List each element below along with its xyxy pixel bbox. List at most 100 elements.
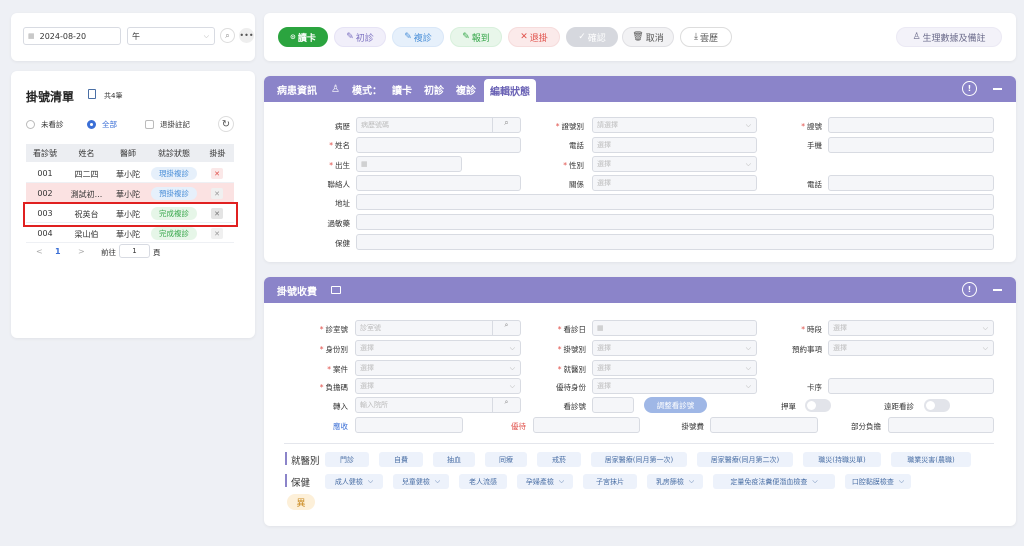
tab-first-visit[interactable]: 初診	[424, 82, 444, 97]
healthtag-item[interactable]: 子宮抹片	[583, 474, 637, 489]
withdraw-row-icon[interactable]: ✕	[211, 228, 223, 239]
read-card-button[interactable]: ⊙ 讀卡	[278, 27, 328, 47]
more-icon[interactable]: •••	[239, 28, 254, 43]
booking-select[interactable]: 選擇 ⌵	[828, 340, 994, 356]
tab-repeat-visit[interactable]: 複診	[456, 82, 476, 97]
address-input[interactable]	[356, 194, 994, 210]
case-select[interactable]: 選擇 ⌵	[355, 360, 521, 376]
pager-next[interactable]: >	[78, 247, 85, 256]
remote-toggle[interactable]	[924, 399, 950, 412]
partial-input[interactable]	[888, 417, 994, 433]
tab-edit-status[interactable]: 編輯狀態	[483, 79, 536, 102]
transfer-input[interactable]: 輸入院所 ⌕	[355, 397, 521, 413]
healthtag-item[interactable]: 老人流感	[459, 474, 507, 489]
collect-input[interactable]	[355, 417, 463, 433]
medtag-item[interactable]: 自費	[379, 452, 423, 467]
idtype-select[interactable]: 請選擇 ⌵	[592, 117, 757, 133]
pager-page-input[interactable]: 1	[119, 244, 150, 258]
repeat-visit-button[interactable]: ✎ 複診	[392, 27, 444, 47]
pager-current[interactable]: 1	[55, 247, 61, 256]
slot-select[interactable]: 選擇 ⌵	[828, 320, 994, 336]
chevron-down-icon: ⌵	[203, 32, 209, 40]
healthtag-item[interactable]: 口腔黏膜檢查 ⌵	[845, 474, 911, 489]
visitno-input[interactable]	[592, 397, 634, 413]
cancel-button[interactable]: 🗑 取消	[622, 27, 674, 47]
pager-prev[interactable]: <	[36, 247, 43, 256]
chevron-down-icon: ⌵	[509, 344, 515, 352]
edit-icon: ✎	[404, 32, 412, 42]
search-icon[interactable]: ⌕	[492, 321, 520, 335]
medtag-item[interactable]: 職災(持職災單)	[803, 452, 881, 467]
chevron-down-icon: ⌵	[509, 382, 515, 390]
report-button[interactable]: ✎ 報到	[450, 27, 502, 47]
search-icon[interactable]: ⌕	[220, 28, 235, 43]
regfee-input[interactable]	[710, 417, 818, 433]
tab-read-card[interactable]: 讀卡	[392, 82, 412, 97]
refresh-icon[interactable]: ↻	[218, 116, 234, 132]
deposit-toggle[interactable]	[805, 399, 831, 412]
healthtag-item[interactable]: 定量免疫法糞便潛血檢查 ⌵	[713, 474, 835, 489]
medtype-select[interactable]: 選擇 ⌵	[592, 360, 757, 376]
toolbar: ⊙ 讀卡 ✎ 初診 ✎ 複診 ✎ 報到 ✕ 退掛 ✓ 確認 🗑 取消 ⤓ 雲歷 ♙ 生理數據及備註	[264, 13, 1016, 61]
adjust-visitno-button[interactable]: 調整看診號	[644, 397, 707, 413]
collapse-icon[interactable]	[993, 88, 1002, 90]
birth-date-picker[interactable]: ▦	[356, 156, 462, 172]
medtag-item[interactable]: 抽血	[433, 452, 475, 467]
vitals-button[interactable]: ♙ 生理數據及備註	[896, 27, 1002, 47]
visit-date-picker[interactable]: ▦	[592, 320, 757, 336]
idno-input[interactable]	[828, 117, 994, 133]
medtag-item[interactable]: 同療	[485, 452, 527, 467]
chevron-down-icon: ⌵	[745, 364, 751, 372]
name-input[interactable]	[356, 137, 521, 153]
cloud-history-button[interactable]: ⤓ 雲歷	[680, 27, 732, 47]
withdraw-row-icon[interactable]: ✕	[211, 168, 223, 179]
room-input[interactable]: 診室號 ⌕	[355, 320, 521, 336]
card-icon: ⊙	[290, 33, 296, 41]
identity-select[interactable]: 選擇 ⌵	[355, 340, 521, 356]
status-badge: 現掛複診	[151, 167, 197, 180]
period-select[interactable]: 午 ⌵	[127, 27, 215, 45]
filter-unseen[interactable]: 未看診	[26, 119, 64, 130]
medtag-item[interactable]: 戒菸	[537, 452, 581, 467]
first-visit-button[interactable]: ✎ 初診	[334, 27, 386, 47]
cardseq-input[interactable]	[828, 378, 994, 394]
offer-input[interactable]	[533, 417, 640, 433]
selected-row-highlight	[23, 202, 238, 227]
mode-label: 模式：	[351, 85, 382, 97]
info-icon[interactable]: !	[962, 282, 977, 297]
medtag-item[interactable]: 職業災害(農職)	[891, 452, 971, 467]
insurance-input[interactable]	[356, 234, 994, 250]
healthtag-item[interactable]: 孕婦產檢 ⌵	[517, 474, 573, 489]
healthtags-label: 保健	[291, 478, 311, 489]
date-picker[interactable]: ▦ 2024-08-20	[23, 27, 121, 45]
medtag-item[interactable]: 居家醫療(同月第一次)	[591, 452, 687, 467]
allergy-input[interactable]	[356, 214, 994, 230]
healthtag-item[interactable]: 成人健檢 ⌵	[325, 474, 383, 489]
mobile-input[interactable]	[828, 137, 994, 153]
filter-withdrawn[interactable]: 退掛註記	[145, 119, 190, 130]
search-icon[interactable]: ⌕	[492, 398, 520, 412]
healthtag-item[interactable]: 兒童健檢 ⌵	[393, 474, 449, 489]
discount-select[interactable]: 選擇 ⌵	[592, 378, 757, 394]
copay-select[interactable]: 選擇 ⌵	[355, 378, 521, 394]
search-icon[interactable]: ⌕	[492, 118, 520, 132]
withdraw-button[interactable]: ✕ 退掛	[508, 27, 560, 47]
phone-input[interactable]: 選擇	[592, 137, 757, 153]
filter-all[interactable]: 全部	[87, 119, 117, 130]
info-icon[interactable]: !	[962, 81, 977, 96]
contact-input[interactable]	[356, 175, 521, 191]
gender-select[interactable]: 選擇 ⌵	[592, 156, 757, 172]
record-input[interactable]: 病歷號碼 ⌕	[356, 117, 521, 133]
contact-phone-input[interactable]	[828, 175, 994, 191]
abnormal-badge[interactable]: 異	[287, 494, 315, 510]
withdraw-row-icon[interactable]: ✕	[211, 188, 223, 199]
regtype-select[interactable]: 選擇 ⌵	[592, 340, 757, 356]
healthtag-item[interactable]: 乳房篩檢 ⌵	[647, 474, 703, 489]
collapse-icon[interactable]	[993, 289, 1002, 291]
date-card: ▦ 2024-08-20 午 ⌵ ⌕ •••	[11, 13, 255, 61]
radio-icon	[26, 120, 35, 129]
relation-select[interactable]: 選擇	[592, 175, 757, 191]
confirm-button[interactable]: ✓ 確認	[566, 27, 618, 47]
medtag-item[interactable]: 居家醫療(同月第二次)	[697, 452, 793, 467]
medtag-item[interactable]: 門診	[325, 452, 369, 467]
